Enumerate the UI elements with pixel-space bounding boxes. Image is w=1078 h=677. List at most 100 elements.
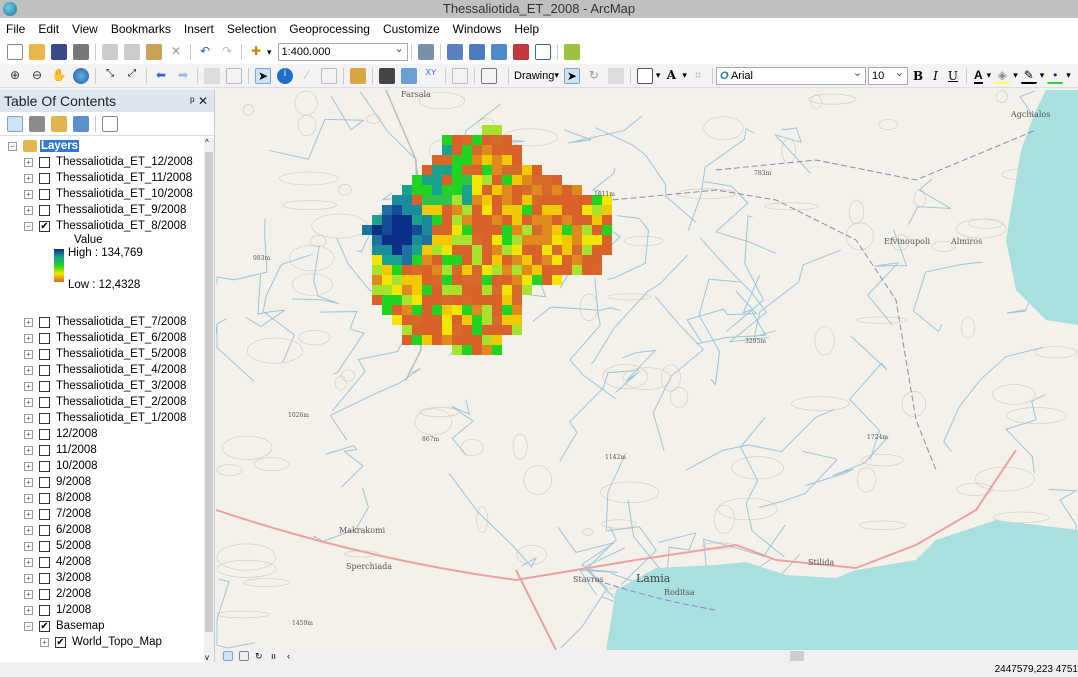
go-to-xy-icon[interactable]: XY <box>423 68 439 84</box>
layer-visibility-checkbox[interactable] <box>39 380 50 392</box>
editor-icon[interactable] <box>417 44 434 60</box>
data-view-icon[interactable] <box>223 651 233 661</box>
layer-visibility-checkbox[interactable] <box>39 492 50 504</box>
full-extent-globe-icon[interactable] <box>73 67 89 84</box>
layer-item[interactable]: +8/2008 <box>0 490 205 506</box>
layer-name[interactable]: 1/2008 <box>56 604 91 616</box>
layer-item[interactable]: +10/2008 <box>0 458 205 474</box>
layer-name[interactable]: Thessaliotida_ET_1/2008 <box>56 412 186 424</box>
layer-item[interactable]: + Thessaliotida_ET_1/2008 <box>0 410 205 426</box>
layer-visibility-checkbox[interactable] <box>39 604 50 616</box>
open-icon[interactable] <box>29 44 45 60</box>
fill-color-icon[interactable]: ◈ <box>994 68 1011 84</box>
refresh-icon[interactable]: ↻ <box>255 651 265 661</box>
layer-item[interactable]: + Thessaliotida_ET_5/2008 <box>0 346 205 362</box>
layer-visibility-checkbox[interactable] <box>39 540 50 552</box>
expand-icon[interactable]: + <box>24 205 33 215</box>
options-icon[interactable] <box>102 115 118 132</box>
layer-name[interactable]: 11/2008 <box>56 444 97 456</box>
rectangle-icon[interactable] <box>636 67 653 84</box>
rectangle-dropdown-icon[interactable]: ▾ <box>656 70 661 81</box>
layer-name[interactable]: Thessaliotida_ET_9/2008 <box>56 204 186 216</box>
search-window-icon[interactable] <box>490 44 507 60</box>
print-icon[interactable] <box>73 44 89 60</box>
menu-customize[interactable]: Customize <box>383 22 440 36</box>
forward-arrow-icon[interactable]: ➡ <box>175 68 191 84</box>
layer-item[interactable]: + Thessaliotida_ET_7/2008 <box>0 314 205 330</box>
expand-icon[interactable]: + <box>24 493 33 503</box>
back-arrow-icon[interactable]: ⬅ <box>153 68 169 84</box>
select-features-icon[interactable] <box>204 67 220 84</box>
menu-insert[interactable]: Insert <box>184 22 214 36</box>
layer-item[interactable]: +1/2008 <box>0 602 205 618</box>
font-color-button[interactable]: A <box>973 68 983 84</box>
identify-icon[interactable]: i <box>277 67 293 84</box>
expand-icon[interactable]: + <box>24 525 33 535</box>
marker-color-icon[interactable]: • <box>1047 68 1064 84</box>
cut-icon[interactable] <box>102 44 118 60</box>
collapse-icon[interactable]: − <box>24 621 33 631</box>
layer-name[interactable]: Thessaliotida_ET_10/2008 <box>56 188 193 200</box>
collapse-icon[interactable]: − <box>8 141 17 151</box>
group-layer-basemap[interactable]: − ✔ Basemap <box>0 618 205 634</box>
menu-bookmarks[interactable]: Bookmarks <box>111 22 171 36</box>
menu-help[interactable]: Help <box>514 22 539 36</box>
layer-visibility-checkbox[interactable] <box>39 412 50 424</box>
expand-icon[interactable]: + <box>24 573 33 583</box>
layer-visibility-checkbox[interactable] <box>39 396 50 408</box>
layer-item[interactable]: +2/2008 <box>0 586 205 602</box>
time-slider-icon[interactable] <box>452 67 468 84</box>
layer-visibility-checkbox[interactable] <box>39 348 50 360</box>
pin-icon[interactable]: ᵖ <box>190 94 195 108</box>
layer-name[interactable]: 8/2008 <box>56 492 91 504</box>
layer-item[interactable]: + Thessaliotida_ET_2/2008 <box>0 394 205 410</box>
expand-icon[interactable]: + <box>24 365 33 375</box>
layer-item[interactable]: + Thessaliotida_ET_10/2008 <box>0 186 205 202</box>
expand-icon[interactable]: + <box>24 413 33 423</box>
data-frame-layers[interactable]: − Layers <box>0 138 205 154</box>
layer-item[interactable]: + Thessaliotida_ET_6/2008 <box>0 330 205 346</box>
data-frame-label[interactable]: Layers <box>40 140 80 152</box>
layer-item[interactable]: +7/2008 <box>0 506 205 522</box>
expand-icon[interactable]: + <box>24 445 33 455</box>
modelbuilder-icon[interactable] <box>563 44 580 60</box>
drawing-dropdown-icon[interactable]: ▾ <box>554 70 559 81</box>
map-view[interactable]: Farsala Agchialos Almiros Efvinoupoli Makrak… <box>216 90 1078 650</box>
horizontal-scrollbar-thumb[interactable] <box>790 651 804 661</box>
layer-visibility-checkbox[interactable] <box>39 588 50 600</box>
layer-item[interactable]: + Thessaliotida_ET_3/2008 <box>0 378 205 394</box>
edit-vertices-icon[interactable]: ⌗ <box>690 68 706 84</box>
find-binoculars-icon[interactable] <box>379 67 395 84</box>
layer-visibility-checkbox[interactable] <box>39 316 50 328</box>
layer-visibility-checkbox[interactable] <box>39 572 50 584</box>
python-window-icon[interactable] <box>534 44 551 60</box>
layer-visibility-checkbox[interactable] <box>39 156 50 168</box>
layer-visibility-checkbox[interactable]: ✔ <box>39 620 50 632</box>
layer-visibility-checkbox[interactable] <box>39 444 50 456</box>
find-route-icon[interactable] <box>401 67 417 84</box>
layer-visibility-checkbox[interactable] <box>39 508 50 520</box>
menu-edit[interactable]: Edit <box>38 22 59 36</box>
expand-icon[interactable]: + <box>40 637 49 647</box>
layer-visibility-checkbox[interactable] <box>39 364 50 376</box>
expand-icon[interactable]: + <box>24 189 33 199</box>
close-icon[interactable]: ✕ <box>198 94 208 108</box>
map-scale-select[interactable]: 1:400.000 <box>277 41 408 61</box>
text-tool-icon[interactable]: A <box>663 68 679 84</box>
redo-icon[interactable]: ↷ <box>219 44 235 60</box>
menu-geoprocessing[interactable]: Geoprocessing <box>289 22 370 36</box>
layer-visibility-checkbox[interactable] <box>39 188 50 200</box>
layer-visibility-checkbox[interactable] <box>39 460 50 472</box>
text-dropdown-icon[interactable]: ▾ <box>682 70 687 81</box>
layer-name[interactable]: 3/2008 <box>56 572 91 584</box>
expand-icon[interactable]: + <box>24 317 33 327</box>
expand-icon[interactable]: + <box>24 397 33 407</box>
layer-item[interactable]: + Thessaliotida_ET_9/2008 <box>0 202 205 218</box>
list-by-visibility-icon[interactable] <box>51 115 67 132</box>
line-color-icon[interactable]: ✎ <box>1020 68 1037 84</box>
layer-visibility-checkbox[interactable] <box>39 332 50 344</box>
layer-name[interactable]: Thessaliotida_ET_4/2008 <box>56 364 186 376</box>
fixed-zoom-out-icon[interactable]: ⤢ <box>124 68 140 84</box>
layer-name[interactable]: Thessaliotida_ET_5/2008 <box>56 348 186 360</box>
expand-icon[interactable]: + <box>24 541 33 551</box>
